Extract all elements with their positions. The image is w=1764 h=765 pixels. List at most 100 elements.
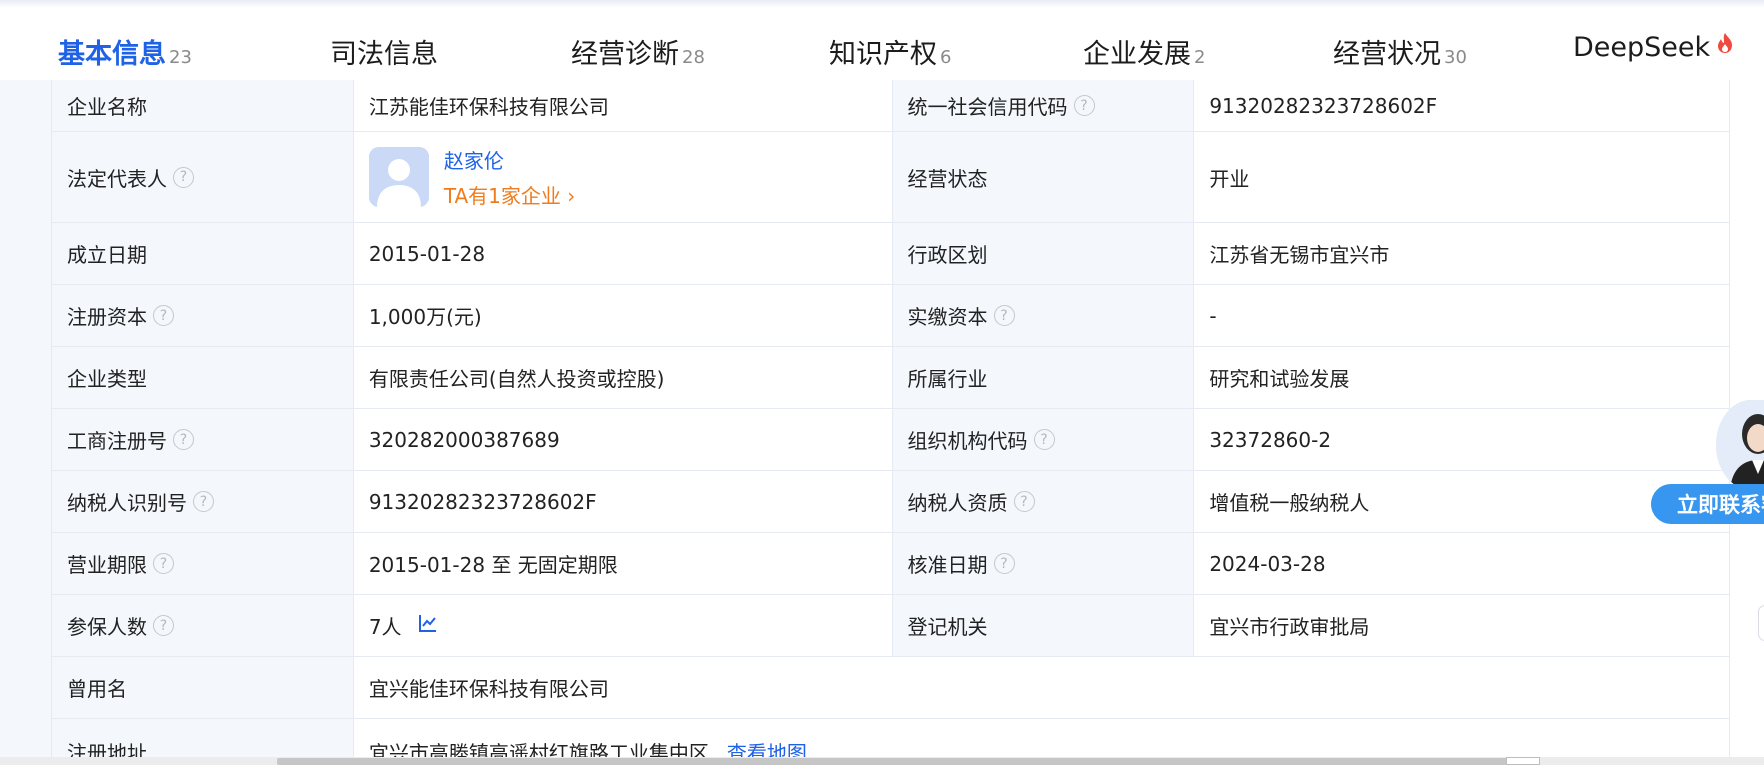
label-company-name: 企业名称 [52, 80, 354, 131]
cell-value: 2015-01-28 至 无固定期限 [368, 553, 618, 577]
help-icon[interactable]: ? [173, 166, 194, 188]
value-credit-code: 91320282323728602F [1194, 80, 1730, 131]
cell-label: 营业期限 [67, 553, 147, 577]
chevron-right-icon: › [567, 184, 576, 208]
avatar[interactable] [368, 147, 429, 207]
help-icon[interactable]: ? [1013, 491, 1035, 512]
help-icon[interactable]: ? [1073, 95, 1095, 116]
value-biz-reg-no: 320282000387689 [353, 409, 893, 470]
tab-business-diagnosis[interactable]: 经营诊断 28 [571, 32, 705, 72]
table-row: 纳税人识别号? 91320282323728602F 纳税人资质? 增值税一般纳… [52, 471, 1730, 533]
label-industry: 所属行业 [892, 347, 1195, 408]
table-row: 曾用名 宜兴能佳环保科技有限公司 [52, 657, 1730, 719]
tab-ip[interactable]: 知识产权 6 [829, 32, 951, 72]
help-icon[interactable]: ? [993, 553, 1015, 574]
help-icon[interactable]: ? [1033, 429, 1055, 450]
contact-service-button[interactable]: 立即联系客服 [1651, 484, 1764, 524]
value-taxpayer-qual: 增值税一般纳税人 [1194, 471, 1730, 532]
cell-label: 组织机构代码 [907, 429, 1028, 453]
cell-label: 企业名称 [67, 95, 147, 119]
cell-value: 2024-03-28 [1209, 551, 1326, 576]
value-reg-capital: 1,000万(元) [353, 285, 893, 346]
tab-label: 经营诊断 [571, 39, 679, 70]
help-icon[interactable]: ? [193, 491, 214, 512]
side-handle[interactable] [1758, 605, 1764, 641]
help-icon[interactable]: ? [173, 429, 194, 450]
tab-basic-info[interactable]: 基本信息 23 [58, 32, 192, 72]
value-taxpayer-id: 91320282323728602F [353, 471, 893, 532]
label-insured: 参保人数? [52, 595, 354, 656]
cell-value: 江苏能佳环保科技有限公司 [368, 95, 609, 119]
help-icon[interactable]: ? [153, 553, 174, 574]
cell-value: 有限责任公司(自然人投资或控股) [368, 367, 665, 391]
cell-label: 纳税人资质 [907, 491, 1008, 515]
tab-count: 28 [682, 47, 705, 68]
label-founded: 成立日期 [52, 223, 354, 284]
cell-label: 登记机关 [907, 615, 988, 639]
trend-chart-icon[interactable] [418, 613, 438, 638]
cell-value: 7人 [368, 615, 402, 639]
cell-label: 统一社会信用代码 [907, 95, 1068, 119]
table-row: 法定代表人? 赵家伦 TA有1家企业 › 经营状态 开业 [52, 132, 1730, 223]
help-icon[interactable]: ? [153, 615, 174, 636]
help-icon[interactable]: ? [993, 305, 1015, 326]
cell-label: 核准日期 [907, 553, 988, 577]
label-term: 营业期限? [52, 533, 354, 594]
tab-count: 2 [1194, 47, 1206, 68]
help-icon[interactable]: ? [153, 305, 174, 326]
value-founded: 2015-01-28 [353, 223, 893, 284]
legal-rep-name-link[interactable]: 赵家伦 [444, 145, 575, 174]
companies-link-text: TA有1家企业 [443, 184, 561, 208]
tab-development[interactable]: 企业发展 2 [1083, 32, 1205, 72]
cell-value: - [1209, 303, 1217, 328]
value-region: 江苏省无锡市宜兴市 [1194, 223, 1730, 284]
table-row: 工商注册号? 320282000387689 组织机构代码? 32372860-… [52, 409, 1730, 471]
fire-icon [1716, 30, 1734, 61]
value-insured: 7人 [353, 595, 893, 656]
cell-value: 2015-01-28 [368, 241, 486, 266]
table-row: 企业名称 江苏能佳环保科技有限公司 统一社会信用代码? 913202823237… [52, 80, 1730, 132]
cell-label: 企业类型 [67, 367, 147, 391]
cell-value: 增值税一般纳税人 [1209, 491, 1370, 515]
legal-rep-companies-link[interactable]: TA有1家企业 › [444, 180, 575, 209]
tab-label: DeepSeek [1573, 32, 1711, 63]
cell-label: 注册资本 [67, 305, 147, 329]
table-row: 企业类型 有限责任公司(自然人投资或控股) 所属行业 研究和试验发展 [52, 347, 1730, 409]
label-legal-rep: 法定代表人? [52, 132, 354, 222]
cell-value: 研究和试验发展 [1209, 367, 1350, 391]
value-company-name: 江苏能佳环保科技有限公司 [353, 80, 893, 131]
tab-label: 司法信息 [330, 39, 438, 70]
tab-count: 6 [940, 47, 952, 68]
cell-value: 91320282323728602F [1209, 93, 1438, 118]
label-org-code: 组织机构代码? [892, 409, 1195, 470]
tab-bar: 基本信息 23 司法信息 经营诊断 28 知识产权 6 企业发展 2 经营状况 30 De… [0, 8, 1764, 88]
cell-label: 曾用名 [67, 677, 127, 701]
cell-label: 工商注册号 [67, 429, 167, 453]
cell-value: 江苏省无锡市宜兴市 [1209, 243, 1390, 267]
scrollbar-box[interactable] [1506, 757, 1540, 765]
page: 基本信息 23 司法信息 经营诊断 28 知识产权 6 企业发展 2 经营状况 30 De… [0, 0, 1764, 765]
top-shadow [0, 0, 1764, 8]
horizontal-scrollbar[interactable] [0, 757, 1764, 765]
tab-label: 经营状况 [1333, 39, 1441, 70]
value-legal-rep: 赵家伦 TA有1家企业 › [353, 132, 893, 222]
cell-label: 经营状态 [907, 166, 988, 191]
table-row: 注册资本? 1,000万(元) 实缴资本? - [52, 285, 1730, 347]
value-industry: 研究和试验发展 [1194, 347, 1730, 408]
tab-operations[interactable]: 经营状况 30 [1333, 32, 1467, 72]
tab-count: 23 [169, 47, 192, 68]
tab-label: 基本信息 [58, 39, 166, 70]
value-paid-capital: - [1194, 285, 1730, 346]
contact-button-label: 立即联系客服 [1677, 493, 1764, 517]
tab-deepseek[interactable]: DeepSeek [1573, 32, 1734, 72]
cell-value: 宜兴市行政审批局 [1209, 615, 1370, 639]
tab-count: 30 [1444, 47, 1467, 68]
tab-judicial-info[interactable]: 司法信息 [330, 32, 438, 72]
table-row: 营业期限? 2015-01-28 至 无固定期限 核准日期? 2024-03-2… [52, 533, 1730, 595]
table-row: 参保人数? 7人 登记机关 宜兴市行政审批局 [52, 595, 1730, 657]
value-former-name: 宜兴能佳环保科技有限公司 [353, 657, 1730, 718]
label-approval: 核准日期? [892, 533, 1195, 594]
label-credit-code: 统一社会信用代码? [892, 80, 1195, 131]
person-icon [368, 147, 429, 207]
scrollbar-thumb[interactable] [277, 758, 1507, 765]
